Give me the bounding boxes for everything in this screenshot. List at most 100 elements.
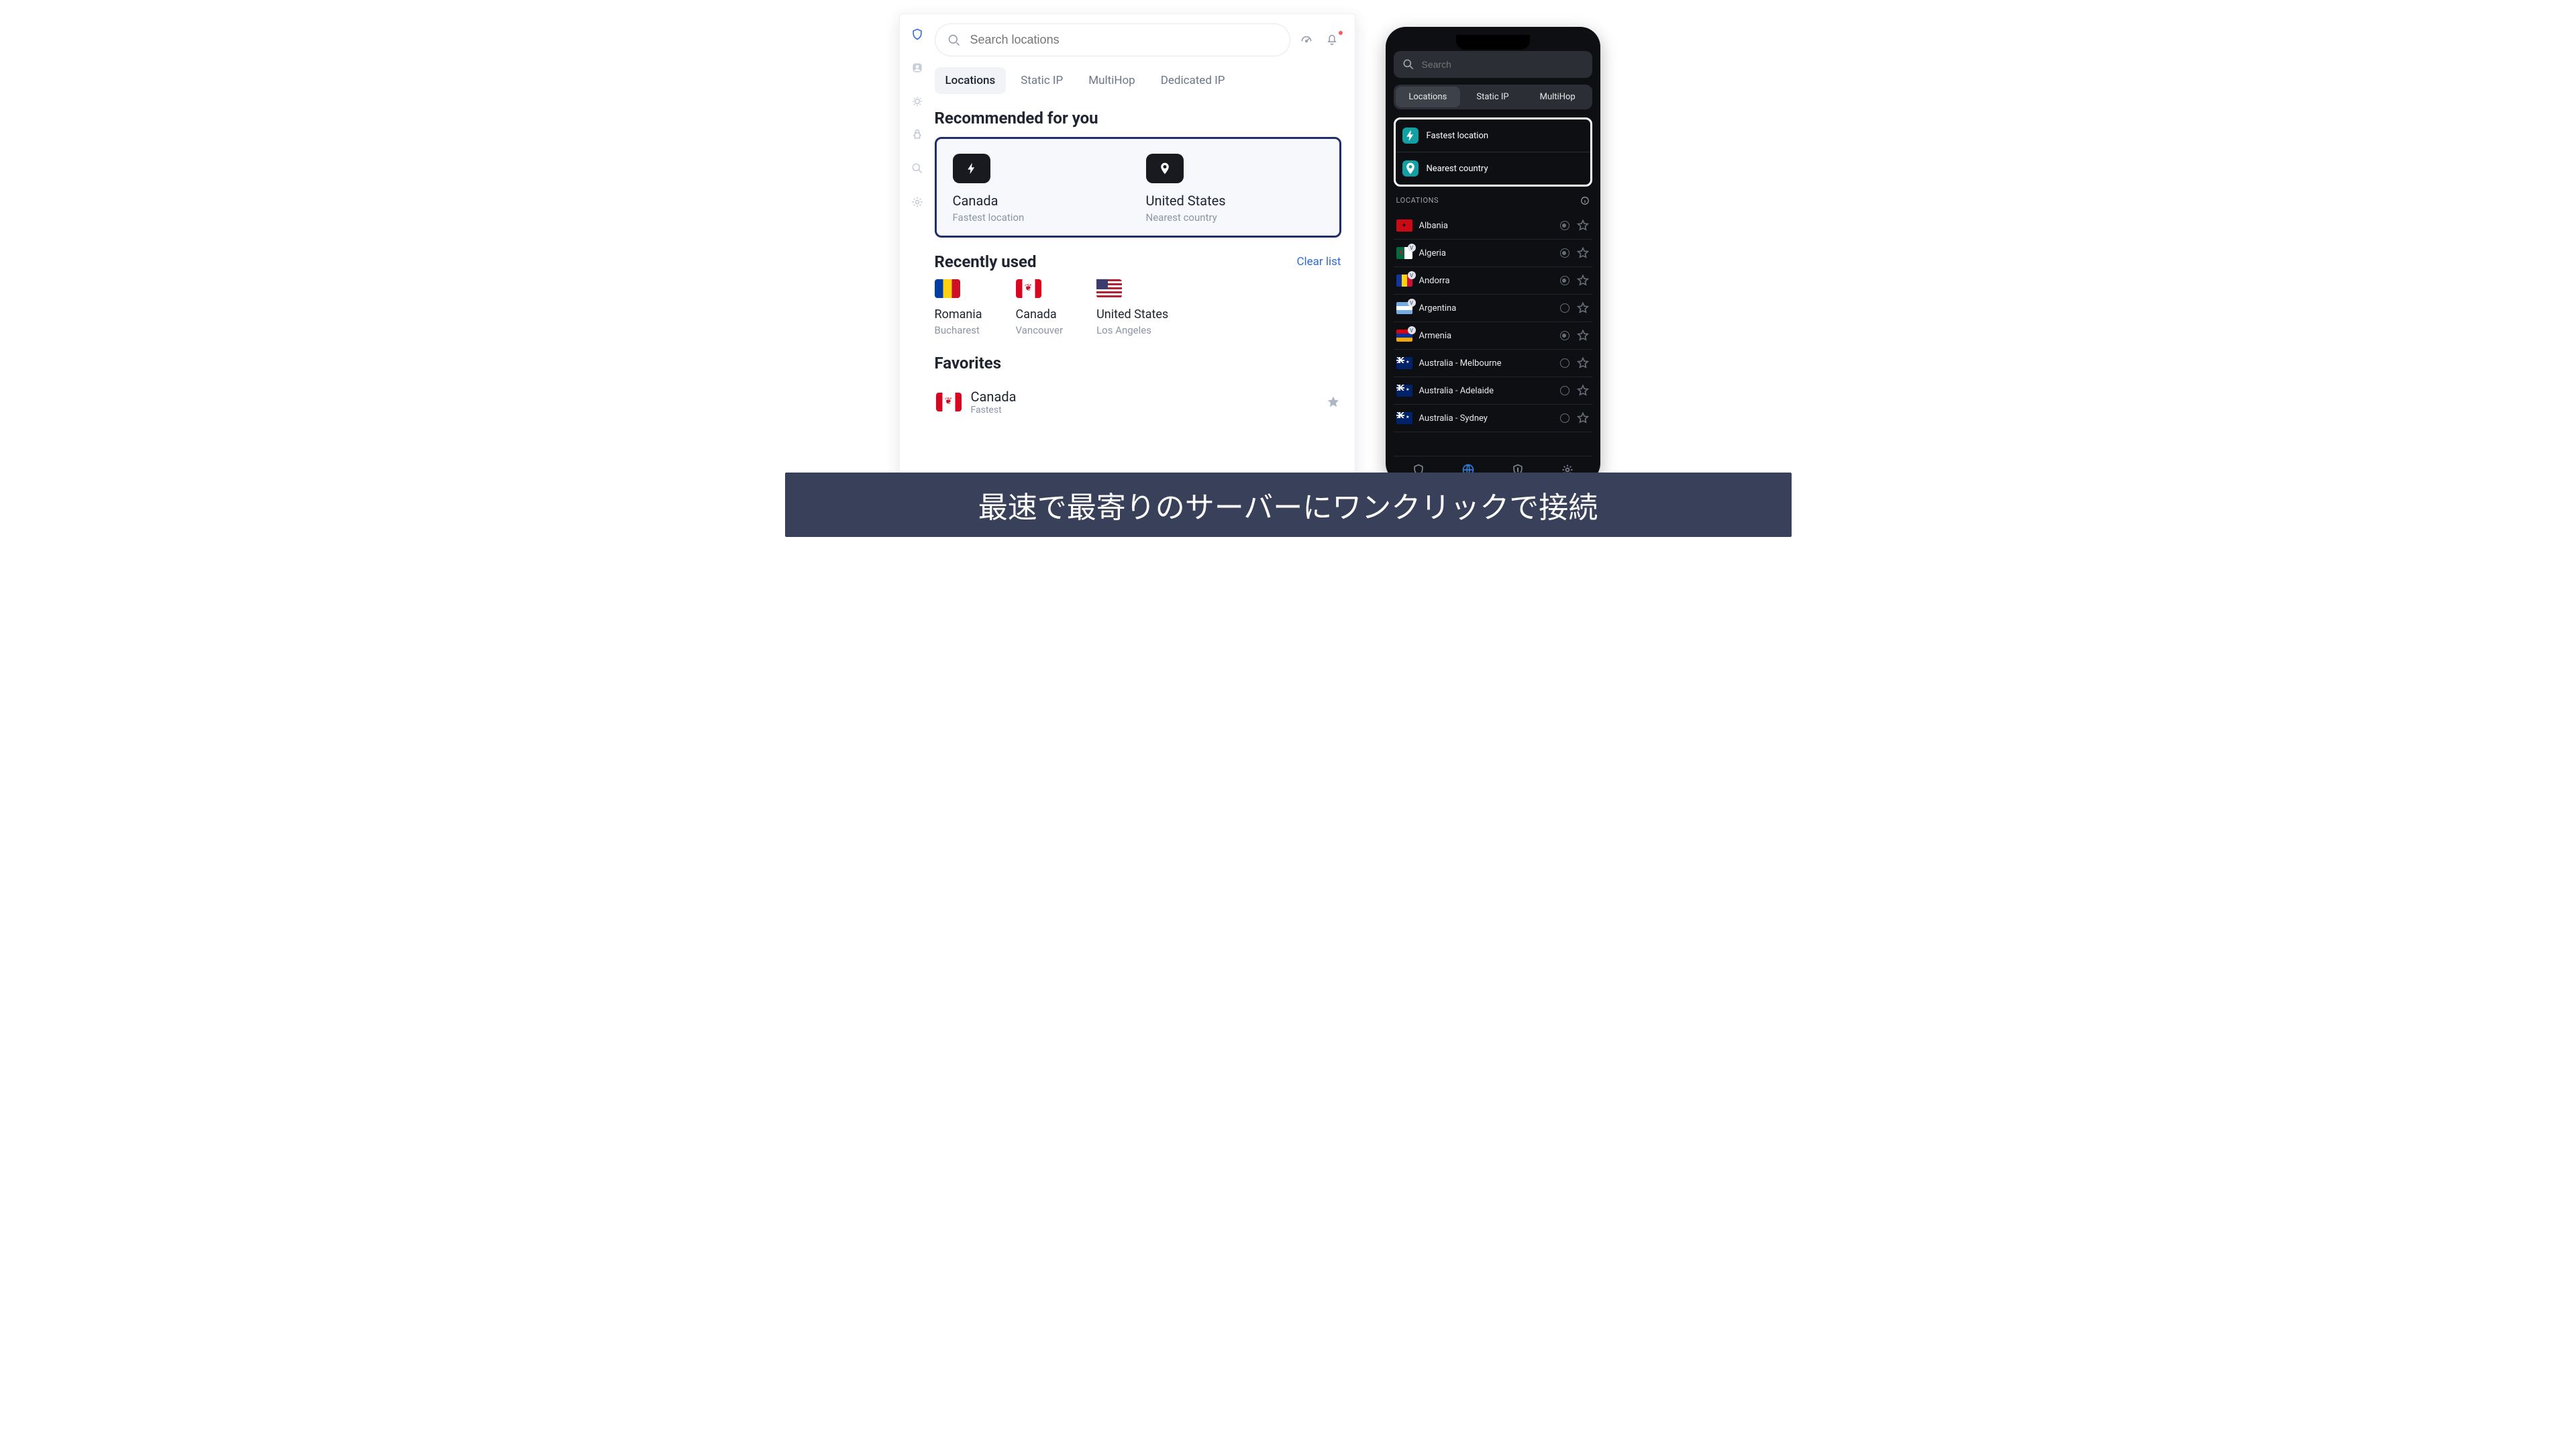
flag-canada-icon	[936, 393, 962, 411]
recent-item[interactable]: United States Los Angeles	[1096, 279, 1168, 336]
fav-sub: Fastest	[971, 405, 1317, 415]
tab-multihop[interactable]: MultiHop	[1078, 67, 1145, 94]
notification-dot-icon	[1339, 31, 1343, 35]
card-sub: Vancouver	[1016, 324, 1064, 336]
load-indicator-icon	[1560, 276, 1569, 285]
location-name: Australia - Melbourne	[1419, 358, 1553, 368]
reco-title: United States	[1146, 193, 1339, 209]
flag-icon: V	[1396, 275, 1412, 287]
card-sub: Los Angeles	[1096, 324, 1168, 336]
card-title: United States	[1096, 307, 1168, 322]
flag-romania-icon	[935, 279, 960, 298]
virtual-badge-icon: V	[1408, 271, 1416, 279]
location-row[interactable]: Australia - Sydney	[1394, 405, 1592, 432]
location-row[interactable]: Australia - Melbourne	[1394, 350, 1592, 377]
reco-title: Canada	[953, 193, 1146, 209]
star-icon[interactable]	[1576, 246, 1590, 260]
search-input[interactable]	[969, 32, 1278, 48]
info-icon[interactable]	[1580, 196, 1590, 205]
flag-icon	[1396, 412, 1412, 424]
location-row[interactable]: V Argentina	[1394, 295, 1592, 322]
card-title: Romania	[935, 307, 982, 322]
reco-sub: Fastest location	[953, 211, 1146, 224]
tab-static-ip[interactable]: Static IP	[1010, 67, 1074, 94]
mobile-tab-locations[interactable]: Locations	[1396, 87, 1461, 107]
location-name: Andorra	[1419, 276, 1553, 286]
star-icon[interactable]	[1576, 384, 1590, 397]
fav-title: Canada	[971, 389, 1317, 405]
shield-icon[interactable]	[909, 26, 925, 42]
load-indicator-icon	[1560, 358, 1569, 368]
load-indicator-icon	[1560, 248, 1569, 258]
mobile-search-input[interactable]	[1421, 58, 1584, 70]
quick-label: Nearest country	[1427, 164, 1488, 174]
location-name: Australia - Adelaide	[1419, 386, 1553, 396]
desktop-app-window: Locations Static IP MultiHop Dedicated I…	[899, 13, 1355, 483]
recommended-box: Canada Fastest location United States Ne…	[935, 137, 1341, 238]
bug-icon[interactable]	[909, 127, 925, 143]
location-name: Armenia	[1419, 331, 1553, 341]
heading-recent: Recently used	[935, 252, 1037, 271]
mobile-location-list: AlbaniaVAlgeriaVAndorraVArgentinaVArmeni…	[1394, 212, 1592, 456]
bolt-icon	[1402, 128, 1419, 144]
mobile-quick-box: Fastest location Nearest country	[1394, 117, 1592, 187]
sidebar	[900, 14, 935, 483]
mobile-tab-multihop[interactable]: MultiHop	[1525, 87, 1590, 107]
mobile-app: Locations Static IP MultiHop Fastest loc…	[1386, 27, 1600, 483]
load-indicator-icon	[1560, 386, 1569, 395]
favorite-item[interactable]: Canada Fastest	[935, 382, 1341, 422]
banner-text: 最速で最寄りのサーバーにワンクリックで接続	[978, 483, 1598, 526]
search-input-wrapper[interactable]	[935, 23, 1290, 56]
heading-favorites: Favorites	[935, 354, 1341, 373]
bolt-icon	[953, 154, 990, 183]
recent-item[interactable]: Canada Vancouver	[1016, 279, 1064, 336]
recent-item[interactable]: Romania Bucharest	[935, 279, 982, 336]
search-icon	[947, 34, 961, 47]
star-icon[interactable]	[1576, 219, 1590, 232]
star-icon[interactable]	[1576, 356, 1590, 370]
mobile-search-wrapper[interactable]	[1394, 51, 1592, 78]
star-icon[interactable]	[1576, 274, 1590, 287]
flag-icon: V	[1396, 247, 1412, 259]
mobile-tab-static-ip[interactable]: Static IP	[1460, 87, 1525, 107]
location-row[interactable]: Albania	[1394, 212, 1592, 240]
alert-icon[interactable]	[909, 93, 925, 109]
tab-locations[interactable]: Locations	[935, 67, 1007, 94]
virtual-badge-icon: V	[1408, 244, 1416, 252]
locations-header-text: LOCATIONS	[1396, 196, 1439, 205]
location-name: Algeria	[1419, 248, 1553, 258]
reco-fastest[interactable]: Canada Fastest location	[953, 154, 1146, 224]
star-icon[interactable]	[1576, 411, 1590, 425]
location-row[interactable]: Australia - Adelaide	[1394, 377, 1592, 405]
user-icon[interactable]	[909, 60, 925, 76]
star-icon[interactable]	[1576, 329, 1590, 342]
location-row[interactable]: VAlgeria	[1394, 240, 1592, 267]
mobile-quick-fastest[interactable]: Fastest location	[1396, 119, 1590, 152]
reco-nearest[interactable]: United States Nearest country	[1146, 154, 1339, 224]
gear-icon[interactable]	[909, 194, 925, 210]
mobile-locations-header: LOCATIONS	[1394, 196, 1592, 212]
tab-bar: Locations Static IP MultiHop Dedicated I…	[935, 67, 1341, 94]
quick-label: Fastest location	[1427, 131, 1489, 141]
search-icon[interactable]	[909, 160, 925, 177]
star-icon[interactable]	[1576, 301, 1590, 315]
load-indicator-icon	[1560, 303, 1569, 313]
load-indicator-icon	[1560, 221, 1569, 230]
main-content: Locations Static IP MultiHop Dedicated I…	[935, 14, 1355, 483]
flag-icon: V	[1396, 330, 1412, 342]
location-row[interactable]: VArmenia	[1394, 322, 1592, 350]
heading-recommended: Recommended for you	[935, 109, 1341, 128]
flag-icon	[1396, 219, 1412, 232]
tab-dedicated-ip[interactable]: Dedicated IP	[1150, 67, 1236, 94]
location-row[interactable]: VAndorra	[1394, 267, 1592, 295]
star-icon[interactable]	[1327, 395, 1340, 409]
location-name: Australia - Sydney	[1419, 413, 1553, 424]
load-indicator-icon	[1560, 413, 1569, 423]
flag-icon: V	[1396, 302, 1412, 314]
location-name: Argentina	[1419, 303, 1553, 313]
gauge-icon[interactable]	[1300, 32, 1316, 48]
bell-icon[interactable]	[1325, 32, 1341, 48]
clear-list-link[interactable]: Clear list	[1296, 255, 1341, 268]
virtual-badge-icon: V	[1408, 326, 1416, 334]
mobile-quick-nearest[interactable]: Nearest country	[1396, 152, 1590, 185]
